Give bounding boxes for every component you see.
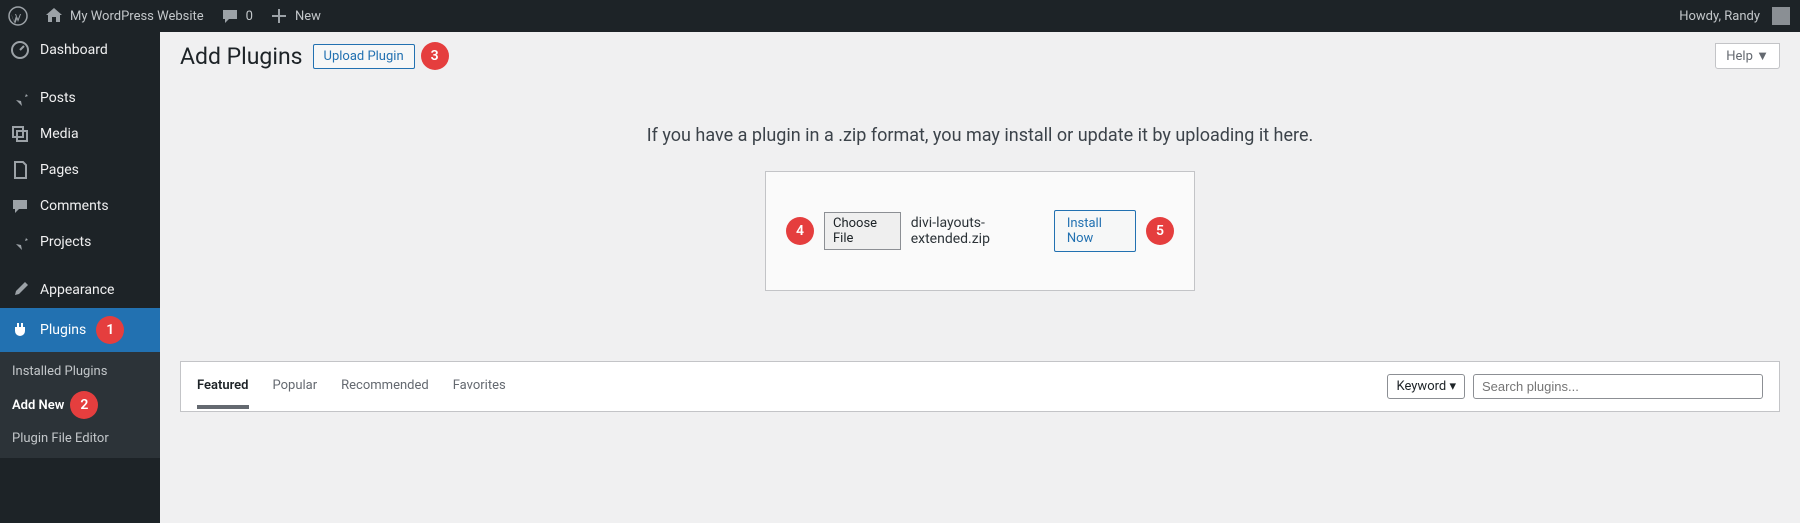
pin-icon — [10, 88, 30, 108]
upload-plugin-button[interactable]: Upload Plugin — [313, 44, 415, 69]
sidebar-item-dashboard[interactable]: Dashboard — [0, 32, 160, 68]
comments-link[interactable]: 0 — [212, 0, 261, 32]
plugin-icon — [10, 320, 30, 340]
media-icon — [10, 124, 30, 144]
site-name-link[interactable]: My WordPress Website — [36, 0, 212, 32]
search-type-select[interactable]: Keyword ▾ — [1387, 374, 1465, 399]
install-now-button[interactable]: Install Now — [1054, 210, 1136, 252]
sidebar-item-plugins[interactable]: Plugins 1 — [0, 308, 160, 352]
account-link[interactable]: Howdy, Randy — [1671, 0, 1800, 32]
annotation-badge-5: 5 — [1146, 217, 1174, 245]
page-title: Add Plugins — [180, 43, 303, 70]
sidebar-item-comments[interactable]: Comments — [0, 188, 160, 224]
annotation-badge-3: 3 — [421, 42, 449, 70]
plus-icon — [269, 6, 289, 26]
submenu-plugin-file-editor[interactable]: Plugin File Editor — [0, 425, 160, 452]
tab-featured[interactable]: Featured — [197, 378, 249, 409]
sidebar-item-label: Dashboard — [40, 42, 108, 58]
submenu-installed-plugins[interactable]: Installed Plugins — [0, 358, 160, 385]
annotation-badge-4: 4 — [786, 217, 814, 245]
submenu-add-new[interactable]: Add New 2 — [0, 385, 160, 425]
sidebar-item-label: Media — [40, 126, 79, 142]
sidebar-item-label: Posts — [40, 90, 76, 106]
sidebar-item-posts[interactable]: Posts — [0, 80, 160, 116]
plugin-filter-bar: Featured Popular Recommended Favorites K… — [180, 361, 1780, 412]
search-plugins-input[interactable] — [1473, 374, 1763, 399]
upload-form: 4 Choose File divi-layouts-extended.zip … — [765, 171, 1195, 291]
new-content-link[interactable]: New — [261, 0, 329, 32]
selected-file-name: divi-layouts-extended.zip — [911, 215, 1044, 247]
tab-popular[interactable]: Popular — [273, 378, 318, 408]
sidebar-item-label: Plugins — [40, 322, 86, 338]
sidebar-item-pages[interactable]: Pages — [0, 152, 160, 188]
plugins-submenu: Installed Plugins Add New 2 Plugin File … — [0, 352, 160, 458]
sidebar-item-label: Pages — [40, 162, 79, 178]
sidebar-item-media[interactable]: Media — [0, 116, 160, 152]
chevron-down-icon: ▾ — [1449, 379, 1456, 394]
comment-icon — [220, 6, 240, 26]
annotation-badge-1: 1 — [96, 316, 124, 344]
new-label: New — [295, 9, 321, 24]
comment-icon — [10, 196, 30, 216]
sidebar-item-appearance[interactable]: Appearance — [0, 272, 160, 308]
choose-file-button[interactable]: Choose File — [824, 212, 901, 250]
comment-count: 0 — [246, 9, 253, 24]
sidebar-item-label: Appearance — [40, 282, 114, 298]
sidebar-item-label: Projects — [40, 234, 91, 250]
pin-icon — [10, 232, 30, 252]
sidebar-item-label: Comments — [40, 198, 109, 214]
dashboard-icon — [10, 40, 30, 60]
site-name: My WordPress Website — [70, 9, 204, 24]
upload-instructions: If you have a plugin in a .zip format, y… — [180, 125, 1780, 146]
brush-icon — [10, 280, 30, 300]
page-icon — [10, 160, 30, 180]
home-icon — [44, 6, 64, 26]
howdy-text: Howdy, Randy — [1679, 9, 1760, 24]
tab-favorites[interactable]: Favorites — [453, 378, 506, 408]
sidebar-item-projects[interactable]: Projects — [0, 224, 160, 260]
avatar — [1772, 7, 1790, 25]
annotation-badge-2: 2 — [70, 391, 98, 419]
help-toggle[interactable]: Help ▼ — [1715, 43, 1780, 69]
tab-recommended[interactable]: Recommended — [341, 378, 429, 408]
wordpress-icon — [8, 6, 28, 26]
wp-logo[interactable] — [0, 0, 36, 32]
